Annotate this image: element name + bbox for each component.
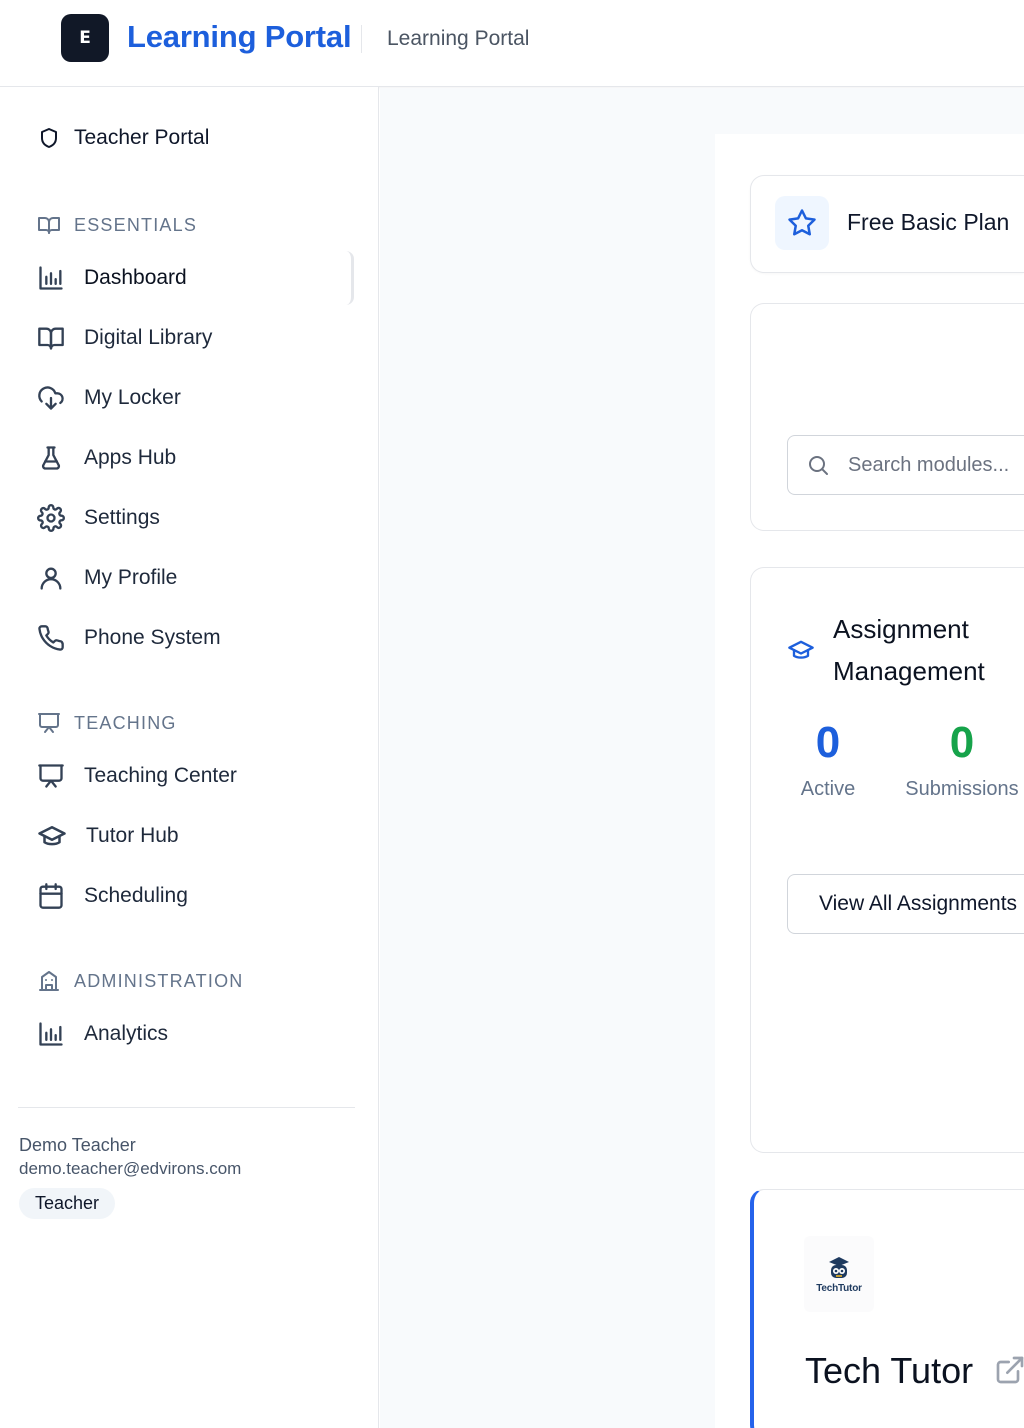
sidebar-item-label: Digital Library <box>84 326 213 349</box>
sidebar-item-analytics[interactable]: Analytics <box>18 1007 354 1061</box>
sidebar-item-apps-hub[interactable]: Apps Hub <box>18 431 354 485</box>
presentation-icon <box>37 711 61 735</box>
sidebar-item-settings[interactable]: Settings <box>18 491 354 545</box>
submissions-label: Submissions <box>905 778 1019 800</box>
assignment-card: Assignment Management 0 Active 0 Submiss… <box>750 567 1024 1153</box>
plan-card[interactable]: Free Basic Plan <box>750 175 1024 273</box>
sidebar-divider <box>18 1107 355 1108</box>
sidebar-item-tutor-hub[interactable]: Tutor Hub <box>18 809 354 863</box>
calendar-icon <box>37 882 65 910</box>
portal-switcher[interactable]: Teacher Portal <box>37 126 209 150</box>
gear-icon <box>37 504 65 532</box>
tech-tutor-card[interactable]: TechTutor Tech Tutor <box>750 1189 1024 1428</box>
main-content: Free Basic Plan Assignment Management 0 … <box>380 88 1024 1428</box>
sidebar-item-label: Tutor Hub <box>86 824 179 847</box>
search-field[interactable] <box>787 435 1024 495</box>
book-open-icon <box>37 213 61 237</box>
header-divider <box>361 25 362 53</box>
sidebar-item-label: Phone System <box>84 626 221 649</box>
section-teaching: TEACHING <box>37 711 177 735</box>
search-card <box>750 303 1024 531</box>
section-label: TEACHING <box>74 712 177 733</box>
sidebar-item-label: Analytics <box>84 1022 169 1045</box>
star-icon <box>787 208 817 238</box>
tech-tutor-title: Tech Tutor <box>805 1350 974 1391</box>
user-name: Demo Teacher <box>19 1135 136 1155</box>
external-link-icon[interactable] <box>994 1354 1024 1386</box>
sidebar-item-digital-library[interactable]: Digital Library <box>18 311 354 365</box>
section-label: ESSENTIALS <box>74 214 198 235</box>
app-logo[interactable]: E <box>61 14 109 62</box>
portal-label: Teacher Portal <box>74 126 210 149</box>
submissions-stat: 0 Submissions <box>901 718 1023 801</box>
role-badge: Teacher <box>19 1188 116 1219</box>
sidebar-item-label: Teaching Center <box>84 764 237 787</box>
logo-letter: E <box>79 28 91 48</box>
sidebar-item-teaching-center[interactable]: Teaching Center <box>18 749 354 803</box>
view-all-assignments-button[interactable]: View All Assignments <box>787 874 1024 934</box>
active-label: Active <box>800 778 856 800</box>
user-email: demo.teacher@edvirons.com <box>19 1159 242 1178</box>
header-subtitle: Learning Portal <box>387 27 530 50</box>
sidebar-item-phone-system[interactable]: Phone System <box>18 611 354 665</box>
phone-icon <box>37 624 65 652</box>
flask-icon <box>37 444 65 472</box>
presentation-icon <box>37 762 65 790</box>
top-header: E Learning Portal Learning Portal <box>0 0 1024 87</box>
cloud-download-icon <box>37 384 65 412</box>
sidebar-item-label: My Locker <box>84 386 181 409</box>
sidebar-item-label: Scheduling <box>84 884 188 907</box>
search-icon <box>806 453 830 477</box>
sidebar-item-label: Apps Hub <box>84 446 177 469</box>
tech-tutor-wordmark: TechTutor <box>816 1282 862 1294</box>
sidebar-item-dashboard[interactable]: Dashboard <box>18 251 354 305</box>
sidebar-item-label: Dashboard <box>84 266 187 289</box>
active-count: 0 <box>815 718 841 767</box>
graduation-cap-icon <box>787 636 815 664</box>
plan-icon-box <box>775 196 829 250</box>
assignment-title: Assignment Management <box>833 614 985 686</box>
building-icon <box>37 969 61 993</box>
search-input[interactable] <box>848 453 1024 477</box>
plan-label: Free Basic Plan <box>847 209 1010 235</box>
shield-icon <box>37 126 61 150</box>
app-title[interactable]: Learning Portal <box>127 19 352 55</box>
robot-mascot-icon <box>829 1256 849 1278</box>
sidebar-item-my-locker[interactable]: My Locker <box>18 371 354 425</box>
section-administration: ADMINISTRATION <box>37 969 243 993</box>
sidebar-item-label: My Profile <box>84 566 178 589</box>
active-stat: 0 Active <box>791 718 865 801</box>
user-icon <box>37 564 65 592</box>
section-label: ADMINISTRATION <box>74 970 244 991</box>
sidebar-item-scheduling[interactable]: Scheduling <box>18 869 354 923</box>
submissions-count: 0 <box>949 718 975 767</box>
sidebar-item-label: Settings <box>84 506 160 529</box>
book-open-icon <box>37 324 65 352</box>
tech-tutor-logo: TechTutor <box>804 1236 874 1312</box>
section-essentials: ESSENTIALS <box>37 213 197 237</box>
bar-chart-icon <box>37 264 65 292</box>
sidebar-item-my-profile[interactable]: My Profile <box>18 551 354 605</box>
bar-chart-icon <box>37 1020 65 1048</box>
graduation-cap-icon <box>37 821 67 851</box>
